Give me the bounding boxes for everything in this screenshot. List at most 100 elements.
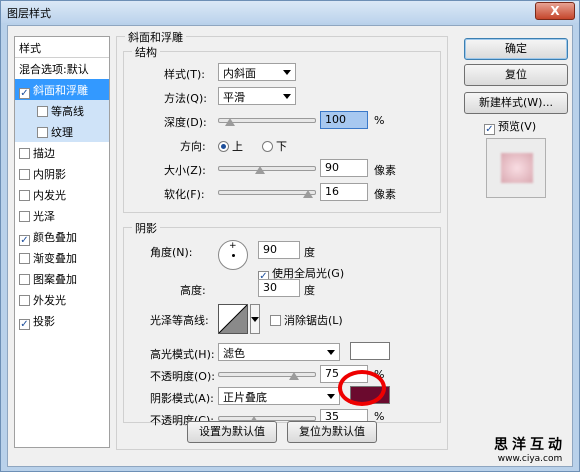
- shadow-mode-select[interactable]: 正片叠底: [218, 387, 340, 405]
- depth-slider[interactable]: [218, 118, 316, 126]
- checkbox-empty-icon[interactable]: [19, 169, 30, 180]
- method-select-value: 平滑: [223, 91, 245, 104]
- style-list-item-label: 渐变叠加: [33, 252, 77, 265]
- highlight-opacity-label: 不透明度(O):: [150, 370, 215, 383]
- reset-default-button[interactable]: 复位为默认值: [287, 421, 377, 443]
- direction-down-label: 下: [276, 140, 287, 153]
- direction-up-radio[interactable]: 上: [218, 138, 243, 154]
- style-list-item[interactable]: ✓ 投影: [15, 310, 109, 331]
- shadow-mode-value: 正片叠底: [223, 391, 267, 404]
- style-list-item[interactable]: 描边: [15, 142, 109, 163]
- style-list-item[interactable]: 光泽: [15, 205, 109, 226]
- close-button[interactable]: X: [535, 2, 575, 20]
- dialog-body: 样式 混合选项:默认 ✓ 斜面和浮雕 等高线 纹理 描边 内阴影 内发光 光泽 ✓ 颜色叠加 渐变叠加…: [7, 25, 573, 467]
- style-list-item-label: 颜色叠加: [33, 231, 77, 244]
- direction-down-radio[interactable]: 下: [262, 138, 287, 154]
- chevron-down-icon: [327, 350, 335, 355]
- checkbox-empty-icon[interactable]: [19, 211, 30, 222]
- style-list-item[interactable]: 内发光: [15, 184, 109, 205]
- style-list-item[interactable]: ✓ 斜面和浮雕: [15, 79, 109, 100]
- layer-style-dialog: 图层样式 X 样式 混合选项:默认 ✓ 斜面和浮雕 等高线 纹理 描边 内阴影 内发光 光泽 ✓ 颜…: [0, 0, 580, 472]
- style-list-header[interactable]: 样式: [15, 37, 109, 58]
- checkbox-empty-icon[interactable]: [19, 274, 30, 285]
- style-list-item[interactable]: 混合选项:默认: [15, 58, 109, 79]
- soften-slider[interactable]: [218, 190, 316, 198]
- style-preview: [486, 138, 546, 198]
- antialias-checkbox[interactable]: 消除锯齿(L): [270, 312, 343, 328]
- size-slider[interactable]: [218, 166, 316, 174]
- highlight-opacity-slider[interactable]: [218, 372, 316, 380]
- direction-label: 方向:: [180, 140, 206, 153]
- style-list-item[interactable]: 纹理: [15, 121, 109, 142]
- depth-label: 深度(D):: [164, 116, 207, 129]
- antialias-label: 消除锯齿(L): [284, 314, 343, 327]
- checkmark-icon[interactable]: ✓: [19, 235, 30, 246]
- structure-group: 结构 样式(T): 内斜面 方法(Q): 平滑 深度(D): 100 % 方向:: [123, 44, 441, 213]
- style-list-item-label: 斜面和浮雕: [33, 84, 88, 97]
- shading-group: 阴影 角度(N): + 90 度 ✓ 使用全局光(G) 高度: 30 度 光泽等高…: [123, 220, 441, 427]
- size-slider-thumb[interactable]: [255, 166, 265, 174]
- altitude-unit: 度: [304, 284, 315, 297]
- reset-button[interactable]: 复位: [464, 64, 568, 86]
- size-input[interactable]: 90: [320, 159, 368, 177]
- depth-unit: %: [374, 114, 385, 127]
- style-list-item-label: 投影: [33, 315, 55, 328]
- soften-unit: 像素: [374, 188, 396, 201]
- preview-label: 预览(V): [498, 120, 537, 133]
- style-list: 样式 混合选项:默认 ✓ 斜面和浮雕 等高线 纹理 描边 内阴影 内发光 光泽 ✓ 颜色叠加 渐变叠加…: [14, 36, 110, 448]
- preview-checkbox[interactable]: ✓ 预览(V): [484, 118, 536, 135]
- checkbox-empty-icon[interactable]: [19, 295, 30, 306]
- style-list-item-label: 光泽: [33, 210, 55, 223]
- style-list-item[interactable]: 图案叠加: [15, 268, 109, 289]
- checkbox-empty-icon[interactable]: [37, 127, 48, 138]
- soften-slider-thumb[interactable]: [303, 190, 313, 198]
- depth-slider-thumb[interactable]: [225, 118, 235, 126]
- chevron-down-icon: [327, 394, 335, 399]
- checkbox-empty-icon[interactable]: [37, 106, 48, 117]
- new-style-button[interactable]: 新建样式(W)...: [464, 92, 568, 114]
- checkbox-empty-icon[interactable]: [19, 253, 30, 264]
- style-select[interactable]: 内斜面: [218, 63, 296, 81]
- ok-button[interactable]: 确定: [464, 38, 568, 60]
- angle-dial[interactable]: +: [218, 240, 248, 270]
- style-list-item[interactable]: 内阴影: [15, 163, 109, 184]
- shading-title: 阴影: [132, 220, 160, 236]
- title-bar[interactable]: 图层样式 X: [1, 1, 579, 23]
- style-list-item-label: 内发光: [33, 189, 66, 202]
- soften-input[interactable]: 16: [320, 183, 368, 201]
- shadow-mode-label: 阴影模式(A):: [150, 392, 214, 405]
- make-default-button[interactable]: 设置为默认值: [187, 421, 277, 443]
- style-list-item-label: 内阴影: [33, 168, 66, 181]
- gloss-contour-picker[interactable]: [218, 304, 248, 334]
- depth-input[interactable]: 100: [320, 111, 368, 129]
- annotation-circle: [338, 370, 386, 406]
- contour-curve-icon: [218, 304, 248, 334]
- contour-dropdown-button[interactable]: [250, 304, 260, 334]
- crosshair-icon: +: [229, 241, 237, 251]
- method-select[interactable]: 平滑: [218, 87, 296, 105]
- checkbox-empty-icon[interactable]: [19, 148, 30, 159]
- altitude-input[interactable]: 30: [258, 279, 300, 297]
- size-unit: 像素: [374, 164, 396, 177]
- checkbox-empty-icon[interactable]: [19, 190, 30, 201]
- altitude-label: 高度:: [180, 284, 206, 297]
- checkmark-icon[interactable]: ✓: [19, 319, 30, 330]
- checkbox-empty-icon: [270, 315, 281, 326]
- angle-input[interactable]: 90: [258, 241, 300, 259]
- checkmark-icon[interactable]: ✓: [19, 88, 30, 99]
- highlight-opacity-thumb[interactable]: [289, 372, 299, 380]
- angle-label: 角度(N):: [150, 246, 193, 259]
- style-list-item-label: 混合选项:默认: [19, 63, 89, 76]
- window-title: 图层样式: [7, 7, 51, 20]
- highlight-mode-select[interactable]: 滤色: [218, 343, 340, 361]
- angle-unit: 度: [304, 246, 315, 259]
- style-list-item-label: 等高线: [51, 105, 84, 118]
- style-list-item[interactable]: ✓ 颜色叠加: [15, 226, 109, 247]
- style-list-item[interactable]: 渐变叠加: [15, 247, 109, 268]
- watermark: 思洋互动 www.ciya.com: [494, 434, 566, 464]
- chevron-down-icon: [251, 317, 259, 322]
- angle-dial-center: [232, 254, 235, 257]
- highlight-color-swatch[interactable]: [350, 342, 390, 360]
- style-list-item[interactable]: 等高线: [15, 100, 109, 121]
- style-list-item[interactable]: 外发光: [15, 289, 109, 310]
